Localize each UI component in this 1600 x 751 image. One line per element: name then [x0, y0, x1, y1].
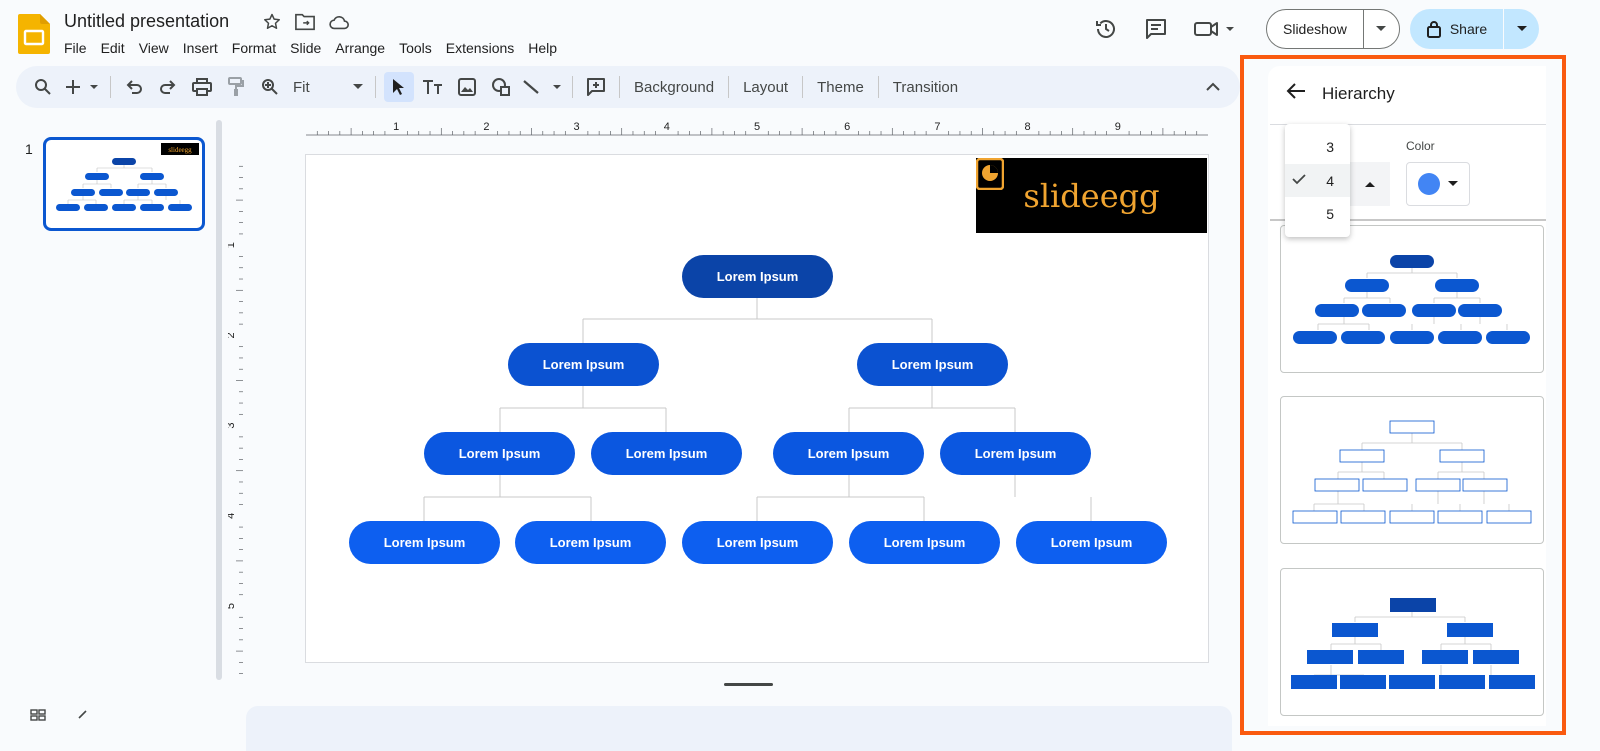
zoom-value: Fit	[293, 78, 310, 96]
share-label: Share	[1449, 21, 1488, 37]
menu-arrange[interactable]: Arrange	[328, 38, 392, 58]
ruler-label: 5	[754, 121, 760, 133]
org-node-root[interactable]: Lorem Ipsum	[682, 255, 833, 298]
add-comment-icon[interactable]	[581, 72, 611, 102]
share-button-group: Share	[1409, 9, 1540, 49]
toolbar-divider	[375, 76, 376, 98]
ruler-label: 3	[228, 423, 237, 429]
new-slide-icon[interactable]	[62, 72, 102, 102]
slideegg-logo[interactable]: slideegg	[976, 158, 1207, 233]
speaker-notes-panel[interactable]	[246, 706, 1232, 751]
chevron-down-icon	[353, 84, 363, 89]
org-node-l3-4[interactable]: Lorem Ipsum	[940, 432, 1091, 475]
move-folder-icon[interactable]	[294, 12, 316, 37]
toolbar: Fit Background Layout Theme Transition	[16, 66, 1240, 108]
vertical-ruler[interactable]: 1 2 3 4 5	[225, 150, 244, 742]
org-node-l4-1[interactable]: Lorem Ipsum	[349, 521, 500, 564]
theme-button[interactable]: Theme	[811, 79, 870, 96]
redo-icon[interactable]	[153, 72, 183, 102]
slide-canvas[interactable]: slideegg Lorem Ipsum Lorem Ipsum Lorem I…	[305, 154, 1209, 663]
org-node-l4-3[interactable]: Lorem Ipsum	[682, 521, 833, 564]
zoom-select[interactable]: Fit	[289, 79, 367, 96]
ruler-label: 5	[228, 603, 237, 609]
version-history-icon[interactable]	[1092, 15, 1120, 43]
slideshow-button-group: Slideshow	[1266, 9, 1400, 49]
collapse-toolbar-icon[interactable]	[1198, 72, 1228, 102]
org-node-l2-2[interactable]: Lorem Ipsum	[857, 343, 1008, 386]
menu-view[interactable]: View	[132, 38, 176, 58]
slideegg-logo-icon	[976, 158, 1004, 190]
line-tool-icon[interactable]	[520, 72, 564, 102]
menu-edit[interactable]: Edit	[94, 38, 132, 58]
slideshow-dropdown-button[interactable]	[1362, 10, 1399, 48]
org-node-l2-1[interactable]: Lorem Ipsum	[508, 343, 659, 386]
print-icon[interactable]	[187, 72, 217, 102]
toolbar-divider	[619, 76, 620, 98]
lock-icon	[1426, 21, 1441, 38]
menu-slide[interactable]: Slide	[283, 38, 328, 58]
ruler-label: 1	[393, 121, 399, 133]
filmstrip-scrollbar[interactable]	[216, 120, 222, 680]
ruler-label: 9	[1115, 121, 1121, 133]
document-title[interactable]: Untitled presentation	[64, 11, 229, 32]
org-node-l3-2[interactable]: Lorem Ipsum	[591, 432, 742, 475]
ruler-label: 4	[664, 121, 670, 133]
horizontal-ruler[interactable]: 1 2 3 4 5 6 7 8 9	[306, 120, 1208, 136]
slides-logo-icon[interactable]	[18, 14, 50, 54]
slide-number: 1	[25, 141, 33, 157]
toolbar-divider	[572, 76, 573, 98]
menu-file[interactable]: File	[64, 38, 94, 58]
meet-camera-icon[interactable]	[1192, 15, 1238, 43]
paint-format-icon[interactable]	[221, 72, 251, 102]
ruler-label: 7	[934, 121, 940, 133]
text-box-icon[interactable]	[418, 72, 448, 102]
menu-tools[interactable]: Tools	[392, 38, 439, 58]
annotation-highlight-box	[1240, 55, 1566, 735]
toolbar-divider	[877, 76, 879, 98]
speaker-notes-drag-handle[interactable]	[724, 683, 773, 686]
zoom-icon[interactable]	[255, 72, 285, 102]
ruler-label: 2	[228, 332, 237, 338]
menu-format[interactable]: Format	[225, 38, 283, 58]
undo-icon[interactable]	[119, 72, 149, 102]
collapse-filmstrip-icon[interactable]	[76, 708, 88, 726]
menu-insert[interactable]: Insert	[176, 38, 225, 58]
chevron-down-icon	[1376, 26, 1387, 31]
ruler-label: 8	[1025, 121, 1031, 133]
ruler-label: 4	[228, 513, 237, 519]
toolbar-divider	[110, 76, 111, 98]
search-menus-icon[interactable]	[28, 72, 58, 102]
transition-button[interactable]: Transition	[887, 79, 964, 96]
menu-help[interactable]: Help	[521, 38, 564, 58]
ruler-label: 2	[483, 121, 489, 133]
ruler-label: 3	[574, 121, 580, 133]
slideshow-button[interactable]: Slideshow	[1267, 10, 1363, 48]
menubar: File Edit View Insert Format Slide Arran…	[64, 38, 564, 58]
select-cursor-icon[interactable]	[384, 72, 414, 102]
toolbar-divider	[802, 76, 804, 98]
org-node-l4-4[interactable]: Lorem Ipsum	[849, 521, 1000, 564]
org-node-l3-3[interactable]: Lorem Ipsum	[773, 432, 924, 475]
cloud-status-icon[interactable]	[328, 13, 350, 36]
shape-icon[interactable]	[486, 72, 516, 102]
layout-button[interactable]: Layout	[737, 79, 794, 96]
slideegg-logo-text: slideegg	[1023, 176, 1160, 215]
toolbar-divider	[728, 76, 730, 98]
svg-text:slideegg: slideegg	[168, 146, 192, 154]
slide-thumbnail[interactable]: slideegg	[43, 137, 205, 231]
comments-icon[interactable]	[1142, 15, 1170, 43]
org-node-l4-5[interactable]: Lorem Ipsum	[1016, 521, 1167, 564]
menu-extensions[interactable]: Extensions	[439, 38, 521, 58]
ruler-label: 1	[228, 242, 237, 248]
grid-view-icon[interactable]	[30, 708, 46, 726]
chevron-down-icon	[1516, 26, 1527, 31]
background-button[interactable]: Background	[628, 79, 720, 96]
org-node-l4-2[interactable]: Lorem Ipsum	[515, 521, 666, 564]
star-icon[interactable]	[262, 12, 282, 37]
org-node-l3-1[interactable]: Lorem Ipsum	[424, 432, 575, 475]
share-dropdown-button[interactable]	[1503, 9, 1539, 49]
share-button[interactable]: Share	[1410, 9, 1503, 49]
insert-image-icon[interactable]	[452, 72, 482, 102]
ruler-label: 6	[844, 121, 850, 133]
